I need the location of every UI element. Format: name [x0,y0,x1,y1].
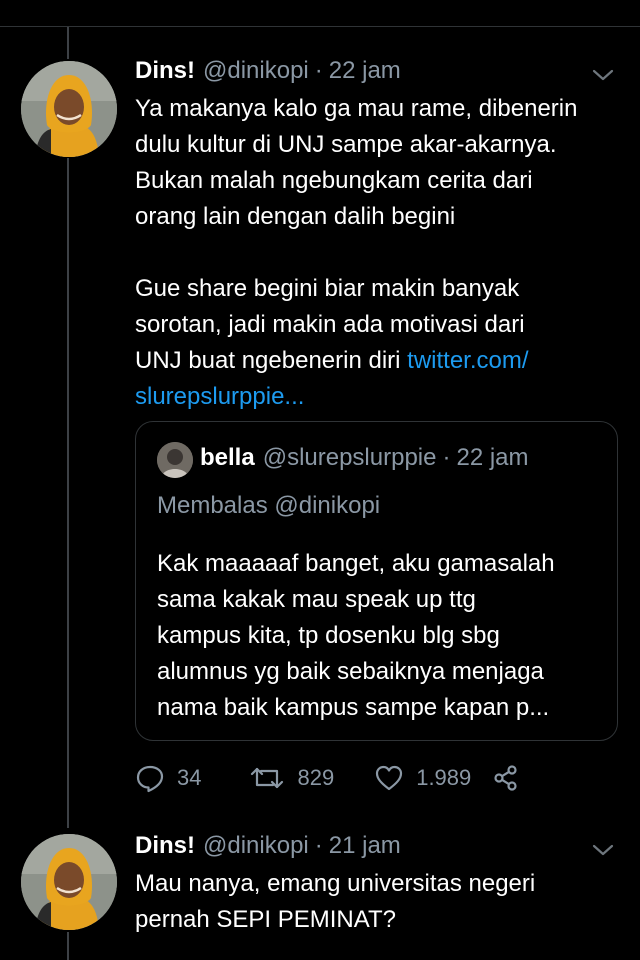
quoted-line: Kak maaaaaf banget, aku gamasalah [157,550,555,577]
like-button[interactable]: 1.989 [374,763,471,793]
retweet-count: 829 [297,765,335,790]
retweet-button[interactable]: 829 [249,763,334,793]
display-name[interactable]: Dins! [135,57,195,85]
thread-line [67,932,69,960]
like-count: 1.989 [416,765,472,790]
tweet-actions: 34 829 1.989 [135,760,521,796]
quoted-user-handle: @slurepslurppie [262,444,437,471]
tweet-line: dulu kultur di UNJ sampe akar-akarnya. [135,131,557,158]
retweet-icon [251,767,284,789]
tweet-header: Dins! @dinikopi · 21 jam [135,832,401,860]
replying-to: Membalas @dinikopi [157,492,381,519]
share-icon [494,765,517,791]
tweet-line: pernah SEPI PEMINAT? [135,906,396,933]
share-button[interactable] [491,763,521,793]
quoted-line: alumnus yg baik sebaiknya menjaga [157,658,544,685]
twitter-thread: Dins! @dinikopi · 22 jam Ya makanya kalo… [0,0,640,960]
tweet-line: slurepslurppie... [135,379,625,415]
tweet-line-text: UNJ buat ngebenerin diri [135,347,408,374]
tweet-line: UNJ buat ngebenerin diri twitter.com/ [135,343,625,379]
tweet-line: Ya makanya kalo ga mau rame, dibenerin [135,95,578,122]
top-divider [0,26,640,27]
quoted-line: nama baik kampus sampe kapan p... [157,694,550,721]
reply-button[interactable]: 34 [135,763,201,793]
user-handle[interactable]: @dinikopi [203,832,309,860]
separator-dot: · [442,444,451,471]
quoted-tweet-header: bella @slurepslurppie · 22 jam [200,444,529,472]
like-icon [376,765,403,791]
reply-count: 34 [177,765,202,790]
display-name[interactable]: Dins! [135,832,195,860]
user-avatar[interactable] [21,61,117,157]
tweet-header: Dins! @dinikopi · 22 jam [135,57,401,85]
user-avatar[interactable] [21,834,117,930]
tweet-text: Mau nanya, emang universitas negeri pern… [135,866,625,938]
tweet-line: orang lain dengan dalih begini [135,203,456,230]
tweet-line: Bukan malah ngebungkam cerita dari [135,167,533,194]
quoted-line: sama kakak mau speak up ttg [157,586,476,613]
tweet-text: Ya makanya kalo ga mau rame, dibenerin d… [135,91,625,415]
chevron-down-icon[interactable] [592,68,614,82]
quoted-tweet-card[interactable]: bella @slurepslurppie · 22 jam Membalas … [135,421,618,741]
quoted-user-avatar [157,442,193,478]
chevron-down-icon[interactable] [592,843,614,857]
quoted-line: kampus kita, tp dosenku blg sbg [157,622,500,649]
timestamp[interactable]: 21 jam [329,832,401,860]
tweet-link[interactable]: slurepslurppie... [135,383,304,410]
quoted-display-name: bella [200,444,255,471]
user-handle[interactable]: @dinikopi [203,57,309,85]
separator-dot: · [314,57,323,84]
quoted-tweet-text: Kak maaaaaf banget, aku gamasalah sama k… [157,546,597,726]
tweet-line: Gue share begini biar makin banyak [135,275,520,302]
thread-line [67,158,69,828]
reply-icon [136,765,164,793]
tweet-line: sorotan, jadi makin ada motivasi dari [135,311,525,338]
tweet-line: Mau nanya, emang universitas negeri [135,870,536,897]
tweet-link[interactable]: twitter.com/ [407,347,528,374]
separator-dot: · [314,832,323,859]
thread-line [67,27,69,59]
quoted-timestamp: 22 jam [456,444,529,471]
timestamp[interactable]: 22 jam [329,57,401,85]
